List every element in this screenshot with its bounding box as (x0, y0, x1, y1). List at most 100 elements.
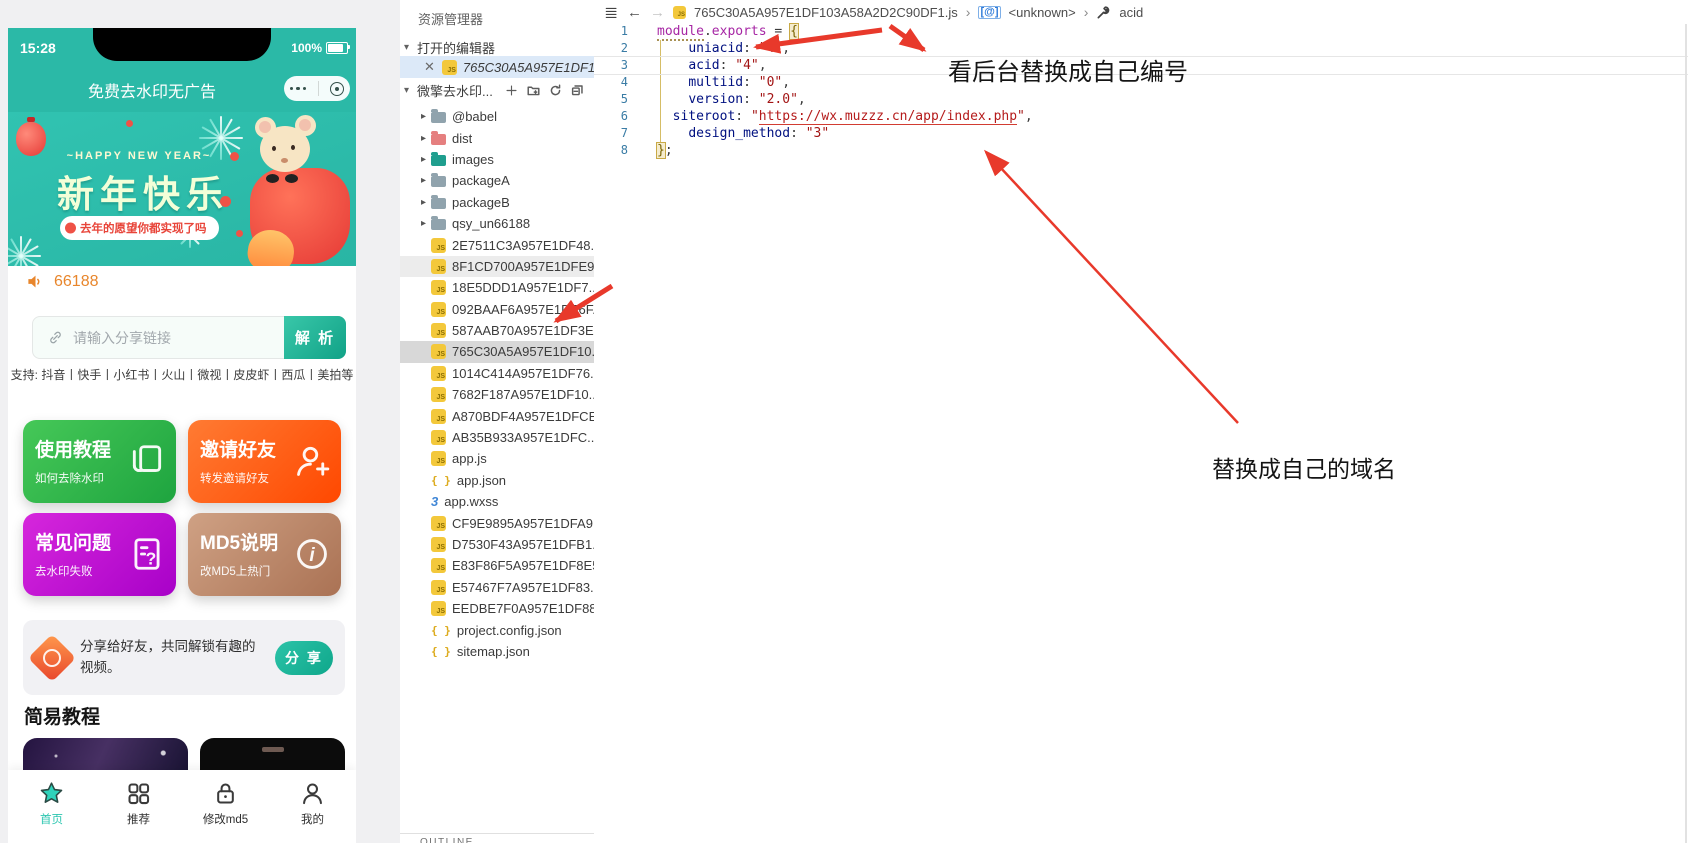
explorer-file-row[interactable]: JSE57467F7A957E1DF83... (400, 577, 594, 598)
explorer-folder-row[interactable]: ▸packageA (400, 170, 594, 191)
tab-推荐[interactable]: 推荐 (95, 770, 182, 843)
editor-scrollbar[interactable] (1685, 24, 1687, 843)
tab-修改md5[interactable]: 修改md5 (182, 770, 269, 843)
share-badge-icon (28, 633, 76, 681)
file-explorer-panel: 资源管理器 ▾ 打开的编辑器 ✕ JS 765C30A5A957E1DF10..… (400, 0, 594, 843)
explorer-file-row[interactable]: JS092BAAF6A957E1DF6F... (400, 299, 594, 320)
collapse-icon[interactable] (571, 84, 584, 97)
explorer-file-row[interactable]: { }project.config.json (400, 619, 594, 640)
explorer-file-row[interactable]: { }sitemap.json (400, 641, 594, 662)
open-editors-section[interactable]: ▾ 打开的编辑器 (400, 36, 594, 58)
code-text: version: "2.0", (657, 91, 806, 108)
refresh-icon[interactable] (549, 84, 562, 97)
new-file-icon[interactable] (505, 84, 518, 97)
file-name: CF9E9895A957E1DFA9... (452, 516, 594, 531)
file-name: app.wxss (444, 494, 498, 509)
explorer-file-row[interactable]: JSEEDBE7F0A957E1DF88... (400, 598, 594, 619)
explorer-file-row[interactable]: JSE83F86F5A957E1DF8E5... (400, 555, 594, 576)
parse-button[interactable]: 解 析 (284, 316, 346, 359)
line-number: 1 (594, 23, 628, 40)
js-file-icon: JS (431, 323, 446, 338)
explorer-file-row[interactable]: { }app.json (400, 470, 594, 491)
explorer-file-row[interactable]: JS 587AAB70A957E1DF3E... (400, 320, 594, 341)
project-section[interactable]: ▾ 微擎去水印... (400, 79, 594, 101)
explorer-file-row[interactable]: JSA870BDF4A957E1DFCE... (400, 405, 594, 426)
js-file-icon: JS (431, 344, 446, 359)
explorer-file-row[interactable]: JS765C30A5A957E1DF10... (400, 341, 594, 362)
explorer-file-row[interactable]: JSD7530F43A957E1DFB1... (400, 534, 594, 555)
folder-icon (431, 112, 446, 123)
line-number: 8 (594, 142, 628, 159)
code-line-5[interactable]: 5 version: "2.0", (594, 91, 1688, 108)
explorer-file-row[interactable]: JS8F1CD700A957E1DFE9... (400, 256, 594, 277)
close-target-icon[interactable] (330, 82, 344, 96)
explorer-file-row[interactable]: JS18E5DDD1A957E1DF7... (400, 277, 594, 298)
more-icon[interactable] (290, 87, 307, 91)
share-button[interactable]: 分 享 (275, 641, 333, 675)
wechat-capsule[interactable] (284, 76, 350, 101)
info-icon: i (293, 535, 331, 573)
file-name: images (452, 152, 494, 167)
chevron-down-icon[interactable]: ▾ (404, 42, 414, 53)
chevron-right-icon: ▸ (421, 197, 431, 208)
feature-card-4[interactable]: MD5说明改MD5上热门i (188, 513, 341, 596)
file-name: 7682F187A957E1DF10... (452, 387, 594, 402)
breadcrumb-module[interactable]: <unknown> (1009, 5, 1076, 20)
chevron-right-icon: ▸ (421, 218, 431, 229)
chevron-down-icon[interactable]: ▾ (404, 85, 414, 96)
firework-icon (8, 236, 40, 266)
tab-我的[interactable]: 我的 (269, 770, 356, 843)
new-folder-icon[interactable] (527, 84, 540, 97)
line-number: 4 (594, 74, 628, 91)
explorer-folder-row[interactable]: ▸ images (400, 149, 594, 170)
code-line-6[interactable]: 6 siteroot: "https://wx.muzzz.cn/app/ind… (594, 108, 1688, 125)
share-link-input[interactable]: 请输入分享链接 (73, 328, 284, 348)
js-file-icon: JS (431, 409, 446, 424)
explorer-file-row[interactable]: JSapp.js (400, 448, 594, 469)
breadcrumb-separator: › (1084, 4, 1089, 20)
line-number: 3 (594, 57, 628, 74)
explorer-folder-row[interactable]: ▸@babel (400, 106, 594, 127)
explorer-file-row[interactable]: JSAB35B933A957E1DFC... (400, 427, 594, 448)
chevron-right-icon: ▸ (421, 175, 431, 186)
feature-card-2[interactable]: 邀请好友转发邀请好友 (188, 420, 341, 503)
explorer-file-row[interactable]: JS1014C414A957E1DF76... (400, 363, 594, 384)
code-line-8[interactable]: 8}; (594, 142, 1688, 159)
code-text: module.exports = { (657, 23, 798, 40)
forward-arrow-icon[interactable]: → (650, 4, 665, 21)
close-icon[interactable]: ✕ (424, 59, 435, 75)
explorer-folder-row[interactable]: ▸qsy_un66188 (400, 213, 594, 234)
code-area[interactable]: 1module.exports = {2 uniacid: "4",3 acid… (594, 23, 1688, 159)
js-file-icon: JS (431, 238, 446, 253)
feature-cards: 使用教程如何去除水印邀请好友转发邀请好友常见问题去水印失败?MD5说明改MD5上… (23, 420, 341, 596)
open-editor-item[interactable]: ✕ JS 765C30A5A957E1DF10... (400, 56, 594, 78)
explorer-file-row[interactable]: JS7682F187A957E1DF10... (400, 384, 594, 405)
tab-首页[interactable]: 首页 (8, 770, 95, 843)
outline-section[interactable]: OUTLINE (400, 833, 594, 834)
js-file-icon: JS (431, 558, 446, 573)
file-name: @babel (452, 109, 497, 124)
battery-icon (326, 42, 348, 54)
breadcrumb-file[interactable]: 765C30A5A957E1DF103A58A2D2C90DF1.js (694, 5, 958, 20)
code-line-7[interactable]: 7 design_method: "3" (594, 125, 1688, 142)
battery-percent: 100% (291, 41, 322, 55)
open-editor-file-name: 765C30A5A957E1DF10... (463, 60, 594, 75)
explorer-folder-row[interactable]: ▸packageB (400, 192, 594, 213)
file-name: 8F1CD700A957E1DFE9... (452, 259, 594, 274)
explorer-file-row[interactable]: JS2E7511C3A957E1DF48... (400, 234, 594, 255)
folder-icon (431, 198, 446, 209)
feature-card-1[interactable]: 使用教程如何去除水印 (23, 420, 176, 503)
chevron-right-icon: ▸ (421, 154, 431, 165)
explorer-file-row[interactable]: 3app.wxss (400, 491, 594, 512)
mouse-mascot (260, 126, 310, 172)
file-name: AB35B933A957E1DFC... (452, 430, 594, 445)
explorer-file-row[interactable]: JSCF9E9895A957E1DFA9... (400, 512, 594, 533)
file-name: 587AAB70A957E1DF3E... (452, 323, 594, 338)
js-file-icon: JS (431, 451, 446, 466)
feature-card-3[interactable]: 常见问题去水印失败? (23, 513, 176, 596)
back-arrow-icon[interactable]: ← (627, 4, 642, 21)
breadcrumb-symbol[interactable]: acid (1119, 5, 1143, 20)
list-menu-icon[interactable] (604, 5, 619, 20)
code-line-1[interactable]: 1 module.exports = { (594, 23, 1688, 40)
explorer-folder-row[interactable]: ▸dist (400, 127, 594, 148)
